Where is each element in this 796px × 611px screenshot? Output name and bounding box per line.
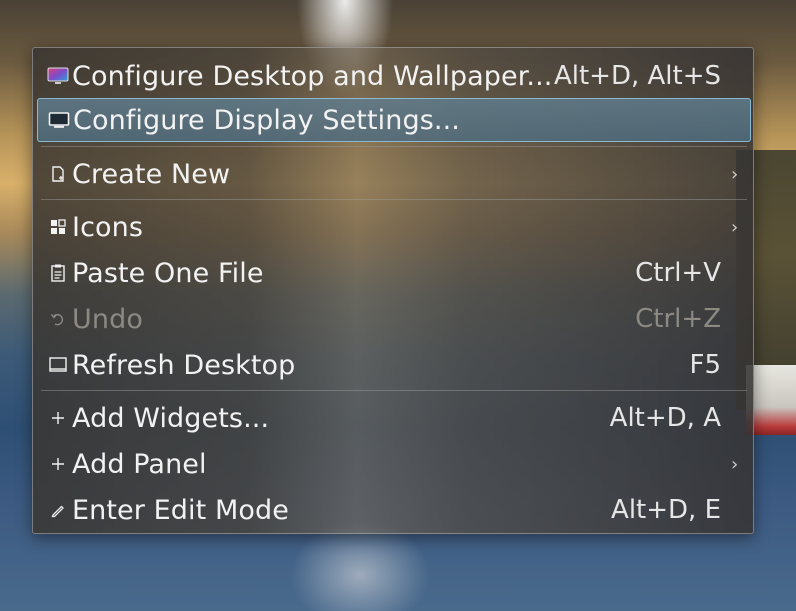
menu-item-add-widgets[interactable]: Add Widgets... Alt+D, A <box>37 396 751 440</box>
desktop-wallpaper-icon <box>45 63 71 89</box>
menu-item-shortcut: Ctrl+Z <box>635 304 721 334</box>
undo-icon <box>45 306 71 332</box>
menu-separator <box>41 146 747 147</box>
menu-separator <box>41 199 747 200</box>
menu-item-label: Add Panel <box>72 448 207 480</box>
menu-item-label: Refresh Desktop <box>72 349 296 381</box>
new-document-icon <box>45 161 71 187</box>
clipboard-icon <box>45 260 71 286</box>
plus-icon <box>45 451 71 477</box>
menu-item-enter-edit-mode[interactable]: Enter Edit Mode Alt+D, E <box>37 488 751 532</box>
menu-item-configure-desktop[interactable]: Configure Desktop and Wallpaper... Alt+D… <box>37 54 751 98</box>
menu-item-paste[interactable]: Paste One File Ctrl+V <box>37 251 751 295</box>
menu-item-configure-display[interactable]: Configure Display Settings... <box>37 98 751 142</box>
menu-item-refresh-desktop[interactable]: Refresh Desktop F5 <box>37 343 751 387</box>
menu-item-label: Configure Display Settings... <box>73 104 460 136</box>
menu-item-shortcut: Ctrl+V <box>635 258 721 288</box>
submenu-chevron-icon: › <box>731 163 739 185</box>
menu-separator <box>41 390 747 391</box>
menu-item-label: Icons <box>72 211 144 243</box>
menu-item-shortcut: F5 <box>689 350 722 380</box>
monitor-icon <box>46 107 72 133</box>
menu-item-shortcut: Alt+D, A <box>609 403 721 433</box>
menu-item-undo[interactable]: Undo Ctrl+Z <box>37 297 751 341</box>
icons-grid-icon <box>45 214 71 240</box>
desktop-background: Configure Desktop and Wallpaper... Alt+D… <box>0 0 796 611</box>
menu-item-shortcut: Alt+D, E <box>611 495 721 525</box>
submenu-chevron-icon: › <box>731 216 739 238</box>
menu-item-label: Create New <box>72 158 231 190</box>
menu-item-icons[interactable]: Icons › <box>37 205 751 249</box>
refresh-desktop-icon <box>45 352 71 378</box>
submenu-chevron-icon: › <box>731 453 739 475</box>
menu-item-add-panel[interactable]: Add Panel › <box>37 442 751 486</box>
plus-icon <box>45 405 71 431</box>
menu-item-shortcut: Alt+D, Alt+S <box>553 61 721 91</box>
menu-item-create-new[interactable]: Create New › <box>37 152 751 196</box>
desktop-context-menu: Configure Desktop and Wallpaper... Alt+D… <box>32 47 754 534</box>
pencil-icon <box>45 497 71 523</box>
